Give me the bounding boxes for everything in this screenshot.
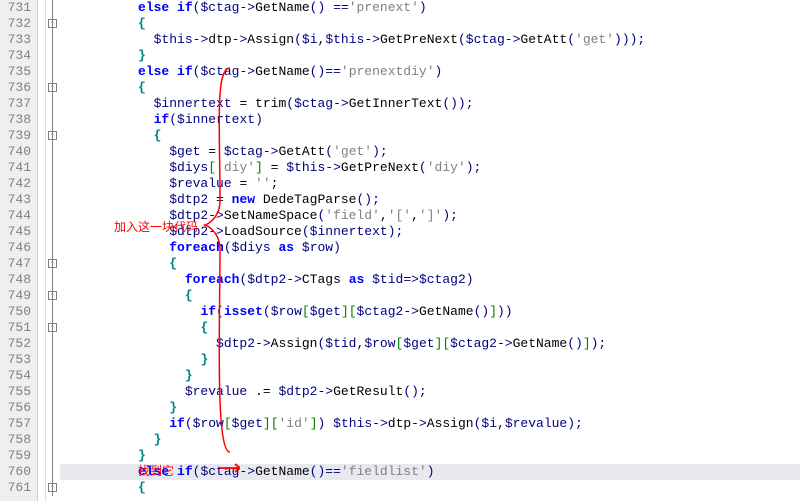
code-line[interactable]: }	[60, 48, 800, 64]
line-number: 742	[0, 176, 31, 192]
code-line[interactable]: $this->dtp->Assign($i,$this->GetPreNext(…	[60, 32, 800, 48]
line-number: 734	[0, 48, 31, 64]
fold-guide-line	[52, 0, 53, 496]
line-number-gutter: 7317327337347357367377387397407417427437…	[0, 0, 38, 501]
line-number: 745	[0, 224, 31, 240]
code-line[interactable]: if(isset($row[$get][$ctag2->GetName()]))	[60, 304, 800, 320]
code-line[interactable]: if($innertext)	[60, 112, 800, 128]
line-number: 744	[0, 208, 31, 224]
code-line[interactable]: {	[60, 288, 800, 304]
line-number: 743	[0, 192, 31, 208]
line-number: 760	[0, 464, 31, 480]
line-number: 761	[0, 480, 31, 496]
code-line[interactable]: $revalue = '';	[60, 176, 800, 192]
line-number: 748	[0, 272, 31, 288]
line-number: 746	[0, 240, 31, 256]
marker-column	[38, 0, 46, 501]
code-line[interactable]: {	[60, 256, 800, 272]
code-line[interactable]: }	[60, 368, 800, 384]
code-line[interactable]: }	[60, 448, 800, 464]
code-line[interactable]: {	[60, 128, 800, 144]
code-line[interactable]: {	[60, 320, 800, 336]
code-line[interactable]: }	[60, 432, 800, 448]
code-line[interactable]: {	[60, 480, 800, 496]
line-number: 741	[0, 160, 31, 176]
line-number: 758	[0, 432, 31, 448]
line-number: 752	[0, 336, 31, 352]
fold-column[interactable]: -------	[46, 0, 60, 501]
code-line[interactable]: else if($ctag->GetName()=='fieldlist')	[60, 464, 800, 480]
line-number: 733	[0, 32, 31, 48]
line-number: 737	[0, 96, 31, 112]
line-number: 749	[0, 288, 31, 304]
code-line[interactable]: $get = $ctag->GetAtt('get');	[60, 144, 800, 160]
code-line[interactable]: $dtp2->LoadSource($innertext);	[60, 224, 800, 240]
line-number: 735	[0, 64, 31, 80]
code-line[interactable]: {	[60, 16, 800, 32]
line-number: 754	[0, 368, 31, 384]
code-line[interactable]: if($row[$get]['id']) $this->dtp->Assign(…	[60, 416, 800, 432]
code-editor: 7317327337347357367377387397407417427437…	[0, 0, 800, 501]
code-line[interactable]: }	[60, 352, 800, 368]
code-line[interactable]: else if($ctag->GetName()=='prenextdiy')	[60, 64, 800, 80]
code-line[interactable]: $innertext = trim($ctag->GetInnerText())…	[60, 96, 800, 112]
code-line[interactable]: $dtp2->SetNameSpace('field','[',']');	[60, 208, 800, 224]
code-area[interactable]: 加入这一块代码 找到它 else if($ctag->GetName() =='…	[60, 0, 800, 501]
line-number: 732	[0, 16, 31, 32]
line-number: 755	[0, 384, 31, 400]
line-number: 739	[0, 128, 31, 144]
line-number: 756	[0, 400, 31, 416]
code-line[interactable]: $dtp2 = new DedeTagParse();	[60, 192, 800, 208]
line-number: 753	[0, 352, 31, 368]
line-number: 740	[0, 144, 31, 160]
line-number: 750	[0, 304, 31, 320]
code-line[interactable]: $revalue .= $dtp2->GetResult();	[60, 384, 800, 400]
code-line[interactable]: $dtp2->Assign($tid,$row[$get][$ctag2->Ge…	[60, 336, 800, 352]
code-line[interactable]: }	[60, 400, 800, 416]
line-number: 759	[0, 448, 31, 464]
line-number: 731	[0, 0, 31, 16]
line-number: 747	[0, 256, 31, 272]
line-number: 757	[0, 416, 31, 432]
code-line[interactable]: foreach($dtp2->CTags as $tid=>$ctag2)	[60, 272, 800, 288]
code-line[interactable]: foreach($diys as $row)	[60, 240, 800, 256]
line-number: 751	[0, 320, 31, 336]
code-line[interactable]: {	[60, 80, 800, 96]
line-number: 738	[0, 112, 31, 128]
code-line[interactable]: $diys['diy'] = $this->GetPreNext('diy');	[60, 160, 800, 176]
code-line[interactable]: else if($ctag->GetName() =='prenext')	[60, 0, 800, 16]
line-number: 736	[0, 80, 31, 96]
